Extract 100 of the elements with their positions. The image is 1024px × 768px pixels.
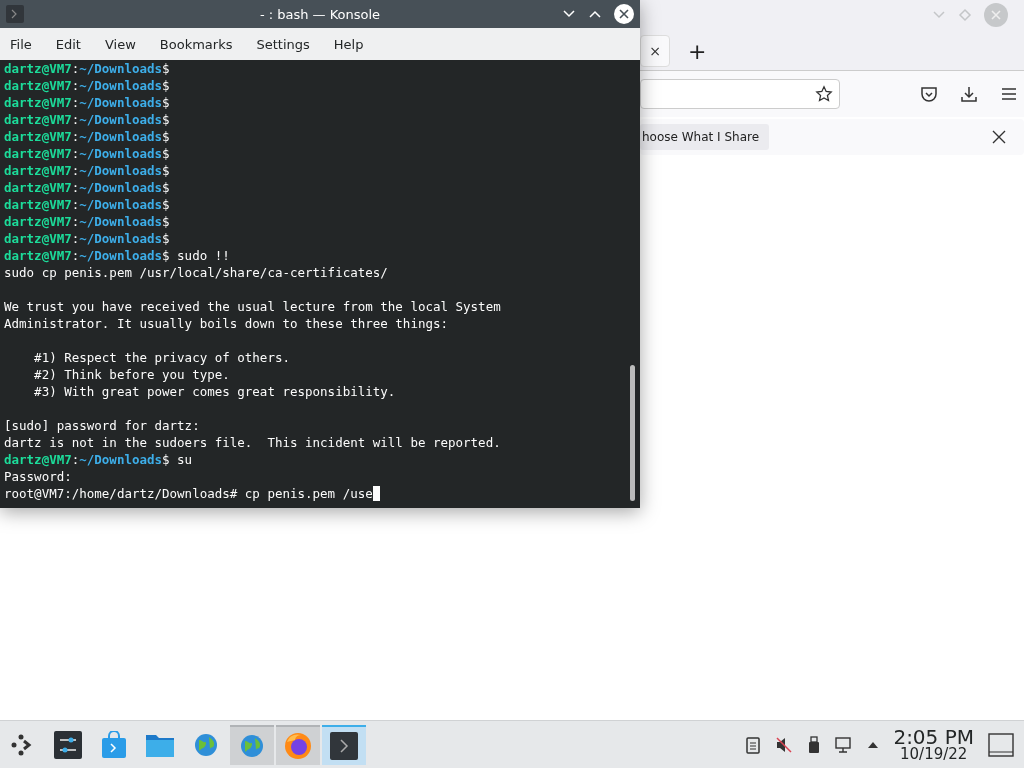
prompt-path: ~/Downloads: [79, 78, 163, 93]
prompt-user: dartz@VM7: [4, 146, 72, 161]
prompt-separator: :: [71, 112, 80, 127]
prompt-user: dartz@VM7: [4, 129, 72, 144]
window-title: - : bash — Konsole: [258, 6, 382, 22]
prompt-sign: $: [162, 146, 170, 161]
prompt-separator: :: [71, 180, 80, 195]
globe-task-button[interactable]: [230, 724, 274, 765]
firefox-task-button[interactable]: [276, 724, 320, 765]
prompt-separator: :: [71, 129, 80, 144]
clock[interactable]: 2:05 PM 10/19/22: [893, 727, 974, 762]
command-text: su: [177, 452, 193, 467]
output-text: dartz is not in the sudoers file. This incident will be reported.: [4, 435, 501, 450]
output-text: #1) Respect the privacy of others.: [33, 350, 290, 365]
show-desktop-icon[interactable]: [988, 732, 1014, 757]
menu-item[interactable]: Bookmarks: [151, 32, 241, 56]
prompt-path: ~/Downloads: [79, 214, 163, 229]
prompt-user: dartz@VM7: [4, 197, 72, 212]
prompt-separator: :: [71, 197, 80, 212]
prompt-path: ~/Downloads: [79, 163, 163, 178]
menu-icon[interactable]: [1000, 85, 1018, 103]
output-text: We trust you have received the usual lecture from the local System: [4, 299, 501, 314]
prompt-user: dartz@VM7: [4, 112, 72, 127]
prompt-path: ~/Downloads: [79, 146, 163, 161]
command-text: sudo !!: [177, 248, 230, 263]
tab-close-button[interactable]: ×: [649, 43, 661, 59]
browser-tab[interactable]: ×: [640, 35, 670, 67]
prompt-path: ~/Downloads: [79, 452, 163, 467]
menu-item[interactable]: File: [2, 32, 40, 56]
caret-icon[interactable]: [867, 740, 880, 749]
prompt-sign: $: [162, 197, 170, 212]
shopping-bag-icon: [101, 730, 127, 759]
prompt-path: ~/Downloads: [79, 248, 163, 263]
output-text: root@VM7:/home/dartz/Downloads# cp penis.pem /use: [4, 486, 373, 501]
clipboard-icon[interactable]: [745, 735, 762, 754]
prompt-path: ~/Downloads: [79, 61, 163, 76]
prompt-sign: $: [162, 112, 170, 127]
prompt-sign: $: [162, 231, 170, 246]
prompt-user: dartz@VM7: [4, 163, 72, 178]
prompt-sign: $: [162, 78, 170, 93]
menu-item[interactable]: Help: [325, 32, 372, 56]
prompt-sign: $: [162, 180, 170, 195]
prompt-sign: $: [162, 214, 170, 229]
prompt-path: ~/Downloads: [79, 112, 163, 127]
output-text: sudo cp penis.pem /usr/local/share/ca-certificates/: [4, 265, 388, 280]
prompt-separator: :: [71, 452, 80, 467]
prompt-user: dartz@VM7: [4, 214, 72, 229]
prompt-separator: :: [71, 231, 80, 246]
output-text: Administrator. It usually boils down to these three things:: [4, 316, 448, 331]
download-icon[interactable]: [960, 85, 978, 103]
prompt-user: dartz@VM7: [4, 95, 72, 110]
prompt-user: dartz@VM7: [4, 180, 72, 195]
prompt-path: ~/Downloads: [79, 129, 163, 144]
prompt-path: ~/Downloads: [79, 95, 163, 110]
close-icon[interactable]: [992, 130, 1006, 144]
prompt-path: ~/Downloads: [79, 197, 163, 212]
prompt-separator: :: [71, 78, 80, 93]
prompt-separator: :: [71, 146, 80, 161]
prompt-user: dartz@VM7: [4, 78, 72, 93]
firefox-icon: [284, 731, 312, 760]
pocket-icon[interactable]: [920, 85, 938, 103]
prompt-user: dartz@VM7: [4, 231, 72, 246]
prompt-separator: :: [71, 61, 80, 76]
output-text: Password:: [4, 469, 72, 484]
terminal-task-button[interactable]: [322, 724, 366, 765]
prompt-sign: $: [162, 95, 170, 110]
new-tab-button[interactable]: +: [688, 38, 707, 64]
globe-icon: [193, 731, 219, 758]
prompt-user: dartz@VM7: [4, 452, 72, 467]
prompt-path: ~/Downloads: [79, 180, 163, 195]
usb-drive-icon[interactable]: [807, 735, 822, 754]
menu-item[interactable]: View: [96, 32, 144, 56]
terminal-icon: [330, 731, 358, 760]
prompt-path: ~/Downloads: [79, 231, 163, 246]
prompt-sign: $: [162, 248, 170, 263]
output-text: #3) With great power comes great responsibility.: [33, 384, 396, 399]
globe-icon: [239, 732, 265, 759]
prompt-user: dartz@VM7: [4, 61, 72, 76]
menu-item[interactable]: Settings: [248, 32, 318, 56]
clock-time: 2:05 PM: [893, 727, 974, 747]
clock-date: 10/19/22: [900, 747, 968, 762]
output-text: #2) Think before you type.: [33, 367, 230, 382]
prompt-sign: $: [162, 163, 170, 178]
muted-speaker-icon[interactable]: [775, 735, 794, 754]
star-icon[interactable]: [815, 85, 833, 103]
prompt-separator: :: [71, 214, 80, 229]
sliders-icon: [54, 730, 82, 759]
prompt-sign: $: [162, 452, 170, 467]
menu-item[interactable]: Edit: [47, 32, 89, 56]
prompt-separator: :: [71, 248, 80, 263]
choose-button[interactable]: hoose What I Share: [640, 124, 770, 150]
network-icon[interactable]: [835, 735, 854, 754]
prompt-user: dartz@VM7: [4, 248, 72, 263]
close-icon[interactable]: [614, 4, 634, 24]
output-text: [sudo] password for dartz:: [4, 418, 200, 433]
scrollbar-thumb[interactable]: [630, 365, 635, 501]
prompt-sign: $: [162, 129, 170, 144]
prompt-separator: :: [71, 95, 80, 110]
prompt-separator: :: [71, 163, 80, 178]
prompt-sign: $: [162, 61, 170, 76]
